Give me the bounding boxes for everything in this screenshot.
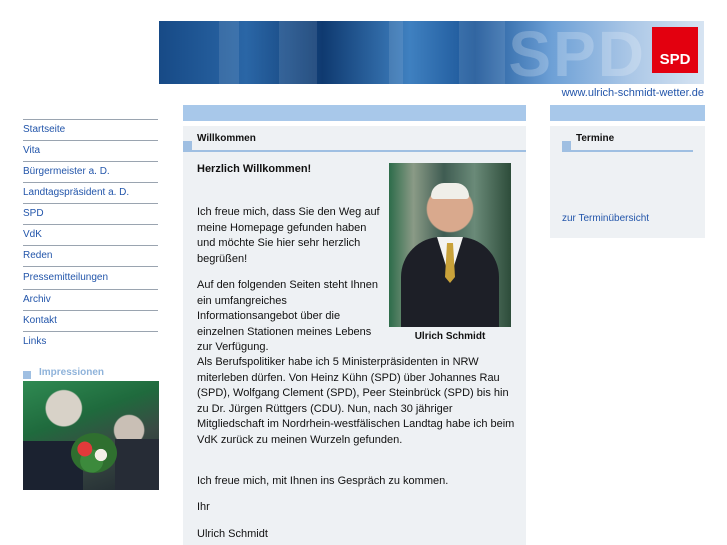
nav-item-vita[interactable]: Vita	[23, 140, 158, 161]
info-paragraph: Auf den folgenden Seiten steht Ihnen ein…	[197, 279, 379, 353]
impressionen-title: Impressionen	[39, 367, 105, 378]
greeting-heading: Herzlich Willkommen!	[197, 163, 312, 175]
portrait-photo	[389, 163, 511, 327]
nav-item-buergermeister[interactable]: Bürgermeister a. D.	[23, 161, 158, 182]
flower-bouquet	[71, 433, 117, 473]
nav-item-links[interactable]: Links	[23, 331, 158, 352]
impressionen-photo[interactable]	[23, 381, 159, 490]
section-title: Willkommen	[197, 133, 256, 144]
square-bullet-icon	[562, 141, 571, 150]
intro-paragraph: Ich freue mich, dass Sie den Weg auf mei…	[197, 206, 380, 265]
impressionen-header: Impressionen	[23, 367, 159, 380]
spd-logo[interactable]: SPD	[652, 27, 698, 73]
square-bullet-icon	[23, 371, 31, 379]
main-navigation: Startseite Vita Bürgermeister a. D. Land…	[23, 119, 158, 352]
nav-item-startseite[interactable]: Startseite	[23, 119, 158, 140]
nav-item-reden[interactable]: Reden	[23, 245, 158, 266]
nav-item-landtagspraesident[interactable]: Landtagspräsident a. D.	[23, 182, 158, 203]
content-top-bar	[183, 105, 526, 121]
site-url-link[interactable]: www.ulrich-schmidt-wetter.de	[562, 87, 704, 99]
nav-item-spd[interactable]: SPD	[23, 203, 158, 224]
banner-watermark: SPD	[508, 21, 646, 84]
nav-item-pressemitteilungen[interactable]: Pressemitteilungen	[23, 266, 158, 289]
signature: Ulrich Schmidt	[197, 528, 268, 540]
photo-caption: Ulrich Schmidt	[414, 331, 486, 342]
nav-item-archiv[interactable]: Archiv	[23, 289, 158, 310]
termin-overview-link[interactable]: zur Terminübersicht	[562, 213, 649, 224]
sidebar-top-bar	[550, 105, 705, 121]
nav-item-vdk[interactable]: VdK	[23, 224, 158, 245]
termine-title: Termine	[576, 133, 615, 144]
career-paragraph: Als Berufspolitiker habe ich 5 Ministerp…	[197, 356, 515, 446]
section-header-willkommen: Willkommen	[183, 126, 526, 152]
closing-greeting: Ihr	[197, 501, 210, 513]
header-banner: SPD SPD	[159, 21, 704, 84]
closing-paragraph: Ich freue mich, mit Ihnen ins Gespräch z…	[197, 475, 449, 487]
section-header-termine: Termine	[562, 126, 693, 152]
square-bullet-icon	[183, 141, 192, 150]
nav-item-kontakt[interactable]: Kontakt	[23, 310, 158, 331]
